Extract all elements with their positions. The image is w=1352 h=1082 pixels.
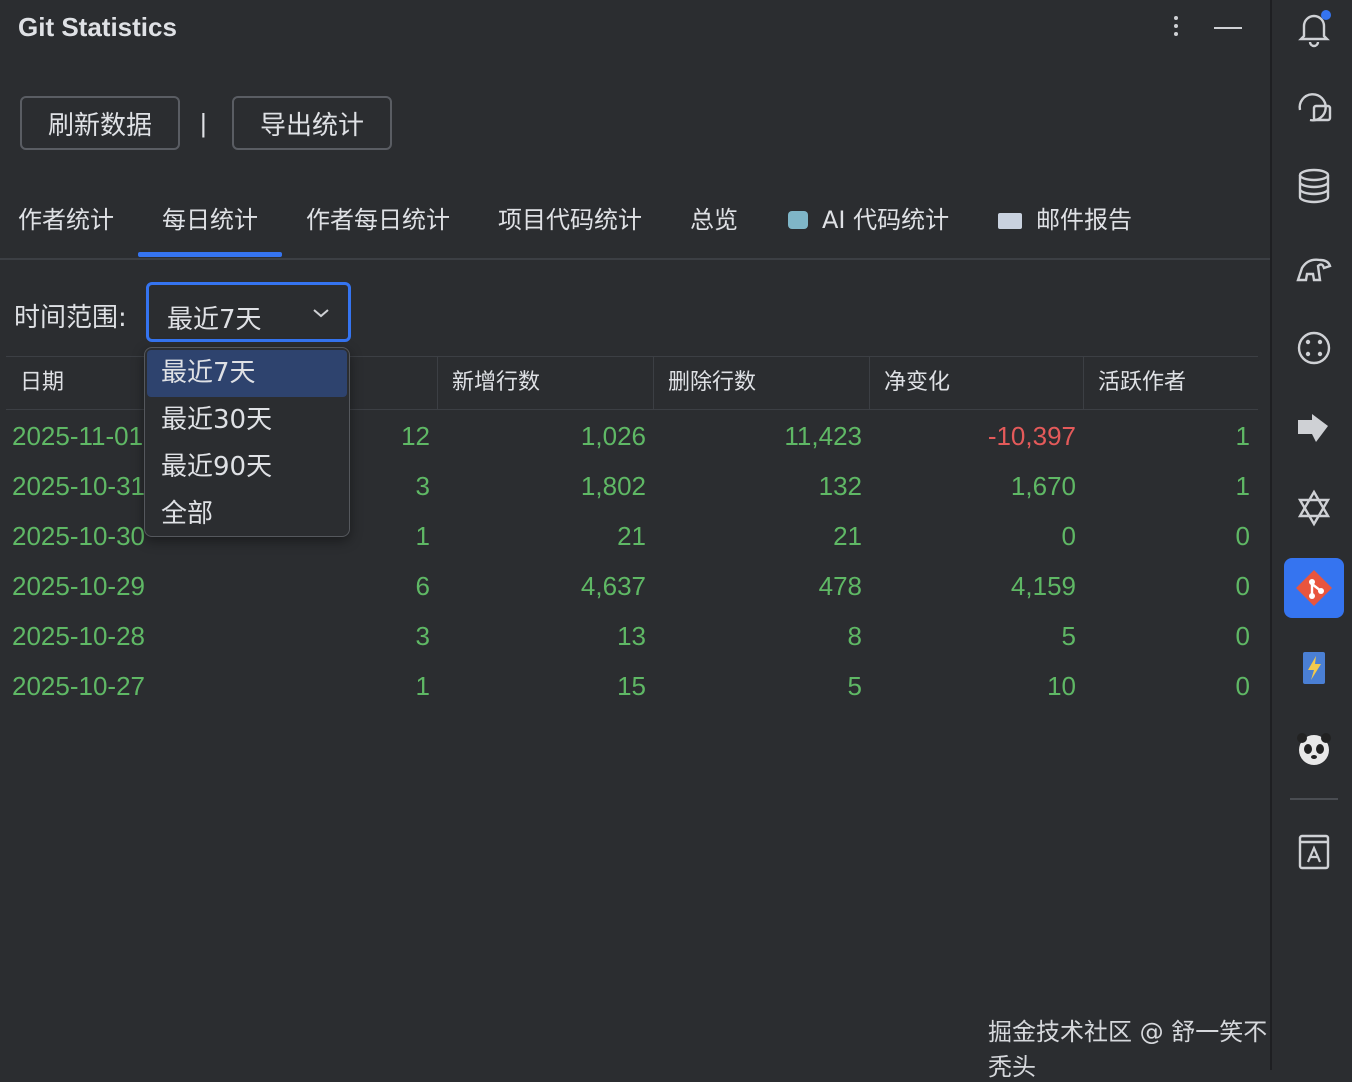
cell-net-change: 0 [1061,521,1076,551]
cell-deleted-lines: 11,423 [784,421,862,451]
cell-active-authors: 0 [1235,621,1250,651]
cell-active-authors: 1 [1235,471,1250,501]
time-range-label: 时间范围: [14,303,127,333]
tab-label: 每日统计 [162,206,258,234]
tab-label: 作者统计 [18,206,114,234]
cell-net-change: 5 [1061,621,1076,651]
notifications-icon[interactable] [1294,8,1334,48]
cell-added-lines: 21 [617,521,646,551]
tab-author-daily-stats[interactable]: 作者每日统计 [306,200,450,235]
time-range-value: 最近7天 [167,305,262,335]
cell-added-lines: 13 [617,621,646,651]
toolbar-separator: | [200,108,207,138]
refresh-button[interactable]: 刷新数据 [20,96,180,150]
table-row[interactable]: 2025-10-29 6 4,637 478 4,159 0 [6,560,1258,610]
tab-label: 项目代码统计 [498,206,642,234]
database-icon[interactable] [1294,166,1334,206]
robot-icon [788,211,808,229]
cell-deleted-lines: 8 [847,621,862,651]
cell-active-authors: 0 [1235,521,1250,551]
cell-active-authors: 0 [1235,671,1250,701]
cell-deleted-lines: 21 [833,521,862,551]
minimize-icon[interactable] [1214,27,1242,29]
tab-label: 作者每日统计 [306,206,450,234]
cell-active-authors: 1 [1235,421,1250,451]
tab-overview[interactable]: 总览 [690,200,738,235]
tab-label: 邮件报告 [1036,206,1132,234]
column-header-deleted-lines[interactable]: 删除行数 [654,357,870,409]
cell-commits: 1 [415,671,430,701]
active-tab-indicator [138,252,282,257]
cell-commits: 6 [415,571,430,601]
cell-deleted-lines: 478 [818,571,862,601]
plugin-icon[interactable] [1294,328,1334,368]
tab-email-report[interactable]: 邮件报告 [998,200,1132,235]
dropdown-option-30-days[interactable]: 最近30天 [147,397,347,444]
cell-net-change: 10 [1047,671,1076,701]
git-statistics-icon[interactable] [1284,558,1344,618]
tab-bar: 作者统计 每日统计 作者每日统计 项目代码统计 总览 AI 代码统计 邮件报告 [0,190,1270,260]
tab-label: 总览 [690,206,738,234]
power-save-icon[interactable] [1294,648,1334,688]
cell-added-lines: 1,026 [580,421,646,451]
email-icon [998,213,1022,229]
code-with-me-icon[interactable] [1294,408,1334,448]
ai-assistant-icon[interactable] [1294,488,1334,528]
column-header-active-authors[interactable]: 活跃作者 [1084,357,1258,409]
chevron-down-icon [313,309,329,318]
dropdown-option-all[interactable]: 全部 [147,491,347,538]
table-row[interactable]: 2025-10-28 3 13 8 5 0 [6,610,1258,660]
git-statistics-panel: Git Statistics 刷新数据 | 导出统计 作者统计 每日统计 作者每… [0,0,1270,1081]
tab-ai-code-stats[interactable]: AI 代码统计 [788,200,949,235]
cell-added-lines: 4,637 [580,571,646,601]
cell-added-lines: 15 [617,671,646,701]
cell-net-change: 4,159 [1010,571,1076,601]
cell-deleted-lines: 5 [847,671,862,701]
gradle-elephant-icon[interactable] [1294,248,1334,288]
cell-added-lines: 1,802 [580,471,646,501]
watermark: 掘金技术社区 @ 舒一笑不秃头 [988,1018,1268,1081]
dropdown-option-90-days[interactable]: 最近90天 [147,444,347,491]
dropdown-option-7-days[interactable]: 最近7天 [147,350,347,397]
column-header-net-change[interactable]: 净变化 [870,357,1084,409]
tab-daily-stats[interactable]: 每日统计 [162,200,258,235]
cell-net-change: 1,670 [1010,471,1076,501]
font-icon[interactable] [1294,830,1334,870]
tab-label: AI 代码统计 [822,206,950,234]
column-header-added-lines[interactable]: 新增行数 [438,357,654,409]
toolbar-divider [1290,798,1338,800]
time-range-dropdown: 最近7天 最近30天 最近90天 全部 [144,347,350,537]
panel-title: Git Statistics [18,12,177,42]
cell-date: 2025-10-29 [12,571,145,601]
cell-deleted-lines: 132 [818,471,862,501]
tab-project-code-stats[interactable]: 项目代码统计 [498,200,642,235]
cell-net-change: -10,397 [987,421,1076,451]
cell-date: 2025-10-28 [12,621,145,651]
table-row[interactable]: 2025-10-27 1 15 5 10 0 [6,660,1258,710]
export-button[interactable]: 导出统计 [232,96,392,150]
cell-commits: 3 [415,621,430,651]
more-options-icon[interactable] [1166,12,1186,44]
ai-chat-icon[interactable] [1294,88,1334,128]
right-tool-window-bar [1270,0,1352,1070]
cell-active-authors: 0 [1235,571,1250,601]
cell-date: 2025-10-27 [12,671,145,701]
tab-author-stats[interactable]: 作者统计 [18,200,114,235]
time-range-select[interactable]: 最近7天 [146,282,351,342]
panda-icon[interactable] [1294,728,1334,768]
